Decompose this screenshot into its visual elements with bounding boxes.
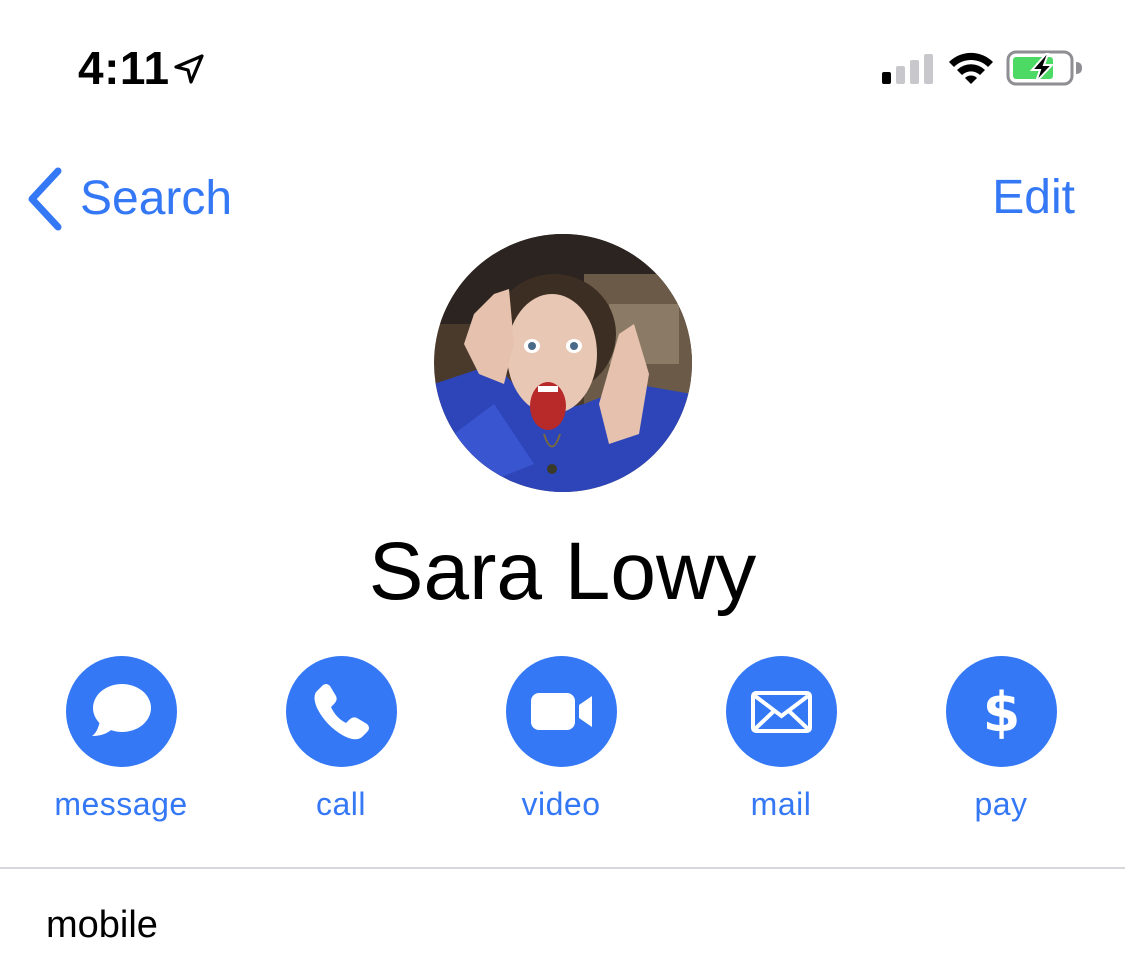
mail-action-circle[interactable] [726,656,837,767]
contact-avatar [434,234,692,492]
chevron-left-icon [28,167,62,231]
pay-action-button[interactable]: $ pay [891,656,1111,836]
wifi-icon [949,52,993,84]
svg-text:$: $ [983,681,1021,744]
video-action-circle[interactable] [506,656,617,767]
contact-name: Sara Lowy [368,526,757,617]
call-action-label: call [315,786,366,822]
message-action-button[interactable]: message [11,656,231,836]
cellular-signal-icon [882,54,933,84]
phone-field-label: mobile [46,904,158,946]
back-label: Search [80,172,233,225]
status-time: 4:11 [78,42,170,94]
battery-charging-icon [1006,50,1082,86]
section-divider [0,867,1125,869]
message-action-label: message [54,786,188,822]
pay-action-circle[interactable]: $ [946,656,1057,767]
edit-button[interactable]: Edit [992,168,1075,228]
pay-action-label: pay [974,786,1028,822]
video-action-button[interactable]: video [451,656,671,836]
message-action-circle[interactable] [66,656,177,767]
video-action-label: video [521,786,601,822]
mail-action-button[interactable]: mail [671,656,891,836]
video-camera-icon [531,693,592,730]
dollar-icon: $ [983,681,1021,744]
location-arrow-icon [174,54,204,84]
mail-action-label: mail [750,786,812,822]
avatar-photo [434,234,692,492]
phone-icon [314,684,369,740]
call-action-circle[interactable] [286,656,397,767]
back-button[interactable]: Search [24,164,232,234]
envelope-icon [751,691,812,733]
message-bubble-icon [92,684,151,736]
call-action-button[interactable]: call [231,656,451,836]
